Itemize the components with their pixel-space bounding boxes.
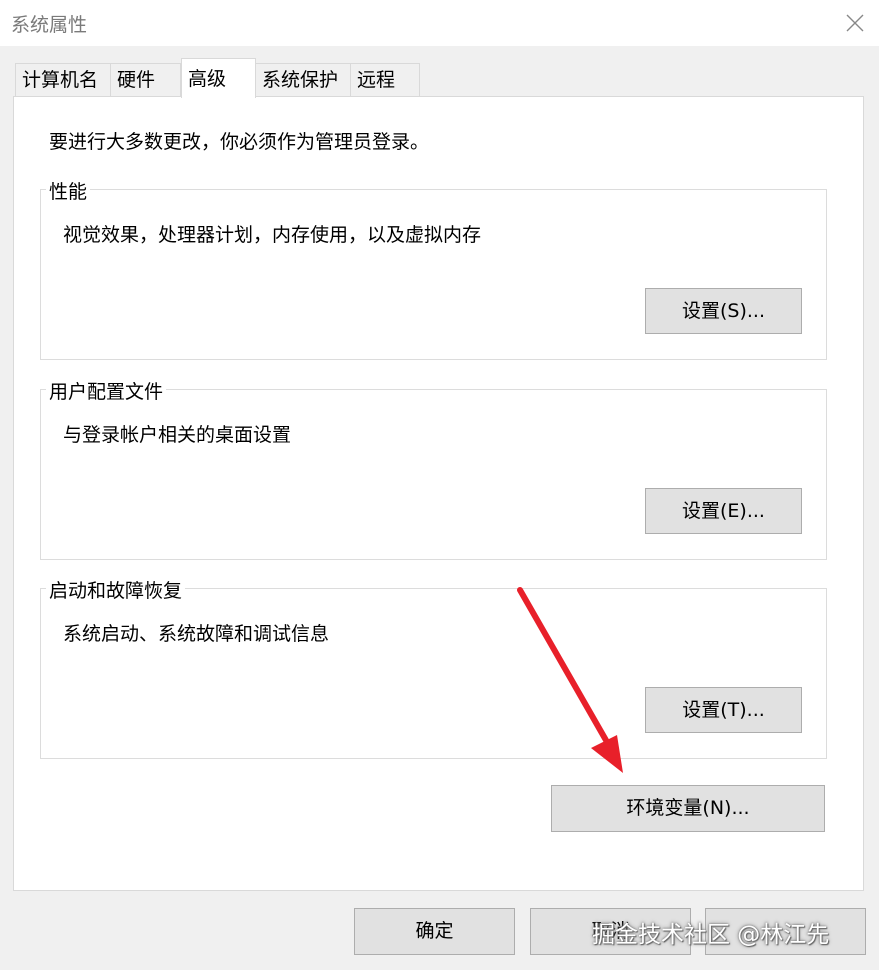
watermark-text: 掘金技术社区 @林江先	[592, 922, 830, 948]
tab-hardware[interactable]: 硬件	[110, 63, 181, 97]
startup-recovery-group	[40, 588, 827, 759]
tab-system-protection[interactable]: 系统保护	[255, 63, 351, 97]
close-icon	[846, 14, 863, 32]
performance-settings-button[interactable]: 设置(S)...	[645, 288, 802, 334]
close-button[interactable]	[830, 0, 879, 46]
performance-group	[40, 189, 827, 360]
startup-recovery-settings-button[interactable]: 设置(T)...	[645, 687, 802, 733]
user-profiles-group-title: 用户配置文件	[46, 377, 167, 404]
startup-recovery-group-title: 启动和故障恢复	[46, 576, 186, 603]
user-profiles-group	[40, 389, 827, 560]
tab-remote[interactable]: 远程	[350, 63, 420, 97]
startup-recovery-description: 系统启动、系统故障和调试信息	[63, 623, 330, 645]
user-profiles-settings-button[interactable]: 设置(E)...	[645, 488, 802, 534]
user-profiles-description: 与登录帐户相关的桌面设置	[63, 424, 292, 446]
tab-computer-name[interactable]: 计算机名	[15, 63, 111, 97]
tab-advanced[interactable]: 高级	[181, 58, 256, 98]
title-bar: 系统属性	[0, 0, 879, 46]
admin-note: 要进行大多数更改，你必须作为管理员登录。	[49, 131, 430, 153]
performance-description: 视觉效果，处理器计划，内存使用，以及虚拟内存	[63, 224, 482, 246]
window-title: 系统属性	[11, 14, 88, 36]
ok-button[interactable]: 确定	[354, 908, 515, 955]
environment-variables-button[interactable]: 环境变量(N)...	[551, 785, 825, 832]
performance-group-title: 性能	[46, 177, 91, 204]
